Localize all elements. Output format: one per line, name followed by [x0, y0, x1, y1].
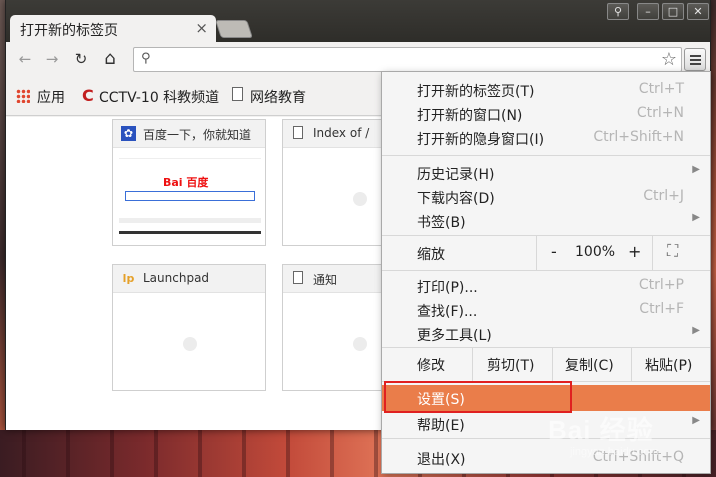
menu-item-label: 查找(F)... [417, 304, 478, 320]
menu-item-incognito[interactable]: 打开新的隐身窗口(I) Ctrl+Shift+N [382, 125, 710, 149]
submenu-arrow-icon: ▶ [692, 325, 700, 336]
menu-item-shortcut: Ctrl+T [638, 81, 684, 97]
menu-item-shortcut: Ctrl+F [639, 301, 684, 317]
menu-item-label: 书签(B) [417, 215, 466, 231]
cell-divider [472, 348, 473, 381]
maximize-icon[interactable]: □ [662, 3, 684, 20]
menu-separator [382, 347, 710, 348]
watermark-url: jingyan.baidu.com [570, 446, 659, 458]
menu-item-help[interactable]: 帮助(E) ▶ [382, 411, 710, 435]
menu-item-shortcut: Ctrl+Shift+N [593, 129, 684, 145]
forward-icon[interactable]: → [42, 49, 62, 69]
document-icon [293, 126, 303, 139]
menu-item-label: 打印(P)... [417, 280, 478, 296]
cell-divider [552, 348, 553, 381]
bookmark-label: CCTV-10 科教频道 [99, 90, 219, 106]
menu-item-label: 打开新的窗口(N) [417, 108, 523, 124]
menu-item-shortcut: Ctrl+N [636, 105, 684, 121]
menu-separator [382, 438, 710, 439]
reload-icon[interactable]: ↻ [71, 49, 91, 69]
user-icon[interactable]: ⚲ [607, 3, 629, 20]
most-visited-tile[interactable]: lp Launchpad [112, 264, 266, 391]
address-bar[interactable]: ⚲ ☆ [133, 47, 682, 72]
bookmark-label: 网络教育 [250, 90, 306, 106]
minimize-icon[interactable]: – [637, 3, 659, 20]
tile-header: lp Launchpad [113, 265, 265, 293]
baidu-paw-icon: ✿ [121, 126, 136, 141]
copy-button[interactable]: 复制(C) [565, 355, 614, 375]
new-tab-button[interactable] [215, 20, 253, 38]
menu-item-bookmarks[interactable]: 书签(B) ▶ [382, 208, 710, 232]
search-icon: ⚲ [141, 51, 151, 66]
menu-item-more-tools[interactable]: 更多工具(L) ▶ [382, 321, 710, 345]
baidu-page-preview: Bai 百度 [119, 154, 261, 242]
menu-item-shortcut: Ctrl+J [643, 188, 684, 204]
tab-strip: 打开新的标签页 × ⚲ – □ ✕ [6, 0, 710, 42]
zoom-label: 缩放 [417, 247, 445, 263]
menu-item-find[interactable]: 查找(F)... Ctrl+F [382, 297, 710, 321]
menu-item-print[interactable]: 打印(P)... Ctrl+P [382, 273, 710, 297]
back-icon[interactable]: ← [15, 49, 35, 69]
loading-placeholder [353, 337, 367, 351]
menu-bar-1 [690, 55, 701, 57]
edit-label: 修改 [417, 358, 445, 374]
tab-close-icon[interactable]: × [195, 19, 208, 37]
zoom-out-button[interactable]: - [551, 242, 557, 261]
tab-new-tab[interactable]: 打开新的标签页 × [10, 15, 216, 42]
menu-item-new-tab[interactable]: 打开新的标签页(T) Ctrl+T [382, 77, 710, 101]
menu-item-label: 打开新的标签页(T) [417, 84, 535, 100]
menu-separator [382, 235, 710, 236]
bookmark-label: 应用 [37, 90, 65, 106]
loading-placeholder [353, 192, 367, 206]
tile-header: ✿ 百度一下，你就知道 [113, 120, 265, 148]
document-icon [232, 87, 243, 101]
menu-separator [382, 270, 710, 271]
menu-item-label: 更多工具(L) [417, 328, 492, 344]
bookmark-star-icon[interactable]: ☆ [661, 49, 677, 70]
cell-divider [631, 348, 632, 381]
loading-placeholder [183, 337, 197, 351]
menu-item-label: 下载内容(D) [417, 191, 495, 207]
fullscreen-icon[interactable]: ⛶ [667, 241, 678, 261]
document-icon [293, 271, 303, 284]
annotation-highlight-box [384, 381, 572, 413]
chrome-menu-button[interactable] [684, 48, 706, 71]
paste-button[interactable]: 粘贴(P) [645, 355, 692, 375]
menu-item-exit[interactable]: 退出(X) Ctrl+Shift+Q [382, 445, 710, 469]
menu-item-new-window[interactable]: 打开新的窗口(N) Ctrl+N [382, 101, 710, 125]
zoom-level: 100% [575, 244, 616, 260]
tile-title: Launchpad [143, 271, 210, 285]
menu-item-history[interactable]: 历史记录(H) ▶ [382, 160, 710, 184]
menu-bar-2 [690, 59, 701, 61]
chrome-main-menu: 打开新的标签页(T) Ctrl+T 打开新的窗口(N) Ctrl+N 打开新的隐… [381, 71, 711, 474]
menu-item-label: 打开新的隐身窗口(I) [417, 132, 545, 148]
menu-bar-3 [690, 63, 701, 65]
zoom-in-button[interactable]: + [628, 242, 641, 261]
menu-separator [382, 155, 710, 156]
launchpad-icon: lp [122, 272, 135, 285]
submenu-arrow-icon: ▶ [692, 212, 700, 223]
home-icon[interactable]: ⌂ [100, 49, 120, 69]
baidu-jingyan-watermark: Bai 经验 [548, 415, 654, 445]
most-visited-tile[interactable]: ✿ 百度一下，你就知道 Bai 百度 [112, 119, 266, 246]
cut-button[interactable]: 剪切(T) [487, 355, 534, 375]
menu-item-label: 帮助(E) [417, 418, 465, 434]
tab-title: 打开新的标签页 [20, 23, 118, 39]
cctv-icon: C [82, 86, 94, 105]
cell-divider [536, 236, 537, 270]
cell-divider [652, 236, 653, 270]
submenu-arrow-icon: ▶ [692, 164, 700, 175]
menu-item-downloads[interactable]: 下载内容(D) Ctrl+J [382, 184, 710, 208]
tile-title: 百度一下，你就知道 [143, 128, 252, 142]
close-window-icon[interactable]: ✕ [687, 3, 709, 20]
baidu-logo: Bai 百度 [163, 176, 209, 189]
menu-item-shortcut: Ctrl+P [638, 277, 684, 293]
menu-item-label: 退出(X) [417, 452, 466, 468]
submenu-arrow-icon: ▶ [692, 415, 700, 426]
apps-grid-icon [16, 89, 30, 103]
menu-item-label: 历史记录(H) [417, 167, 495, 183]
